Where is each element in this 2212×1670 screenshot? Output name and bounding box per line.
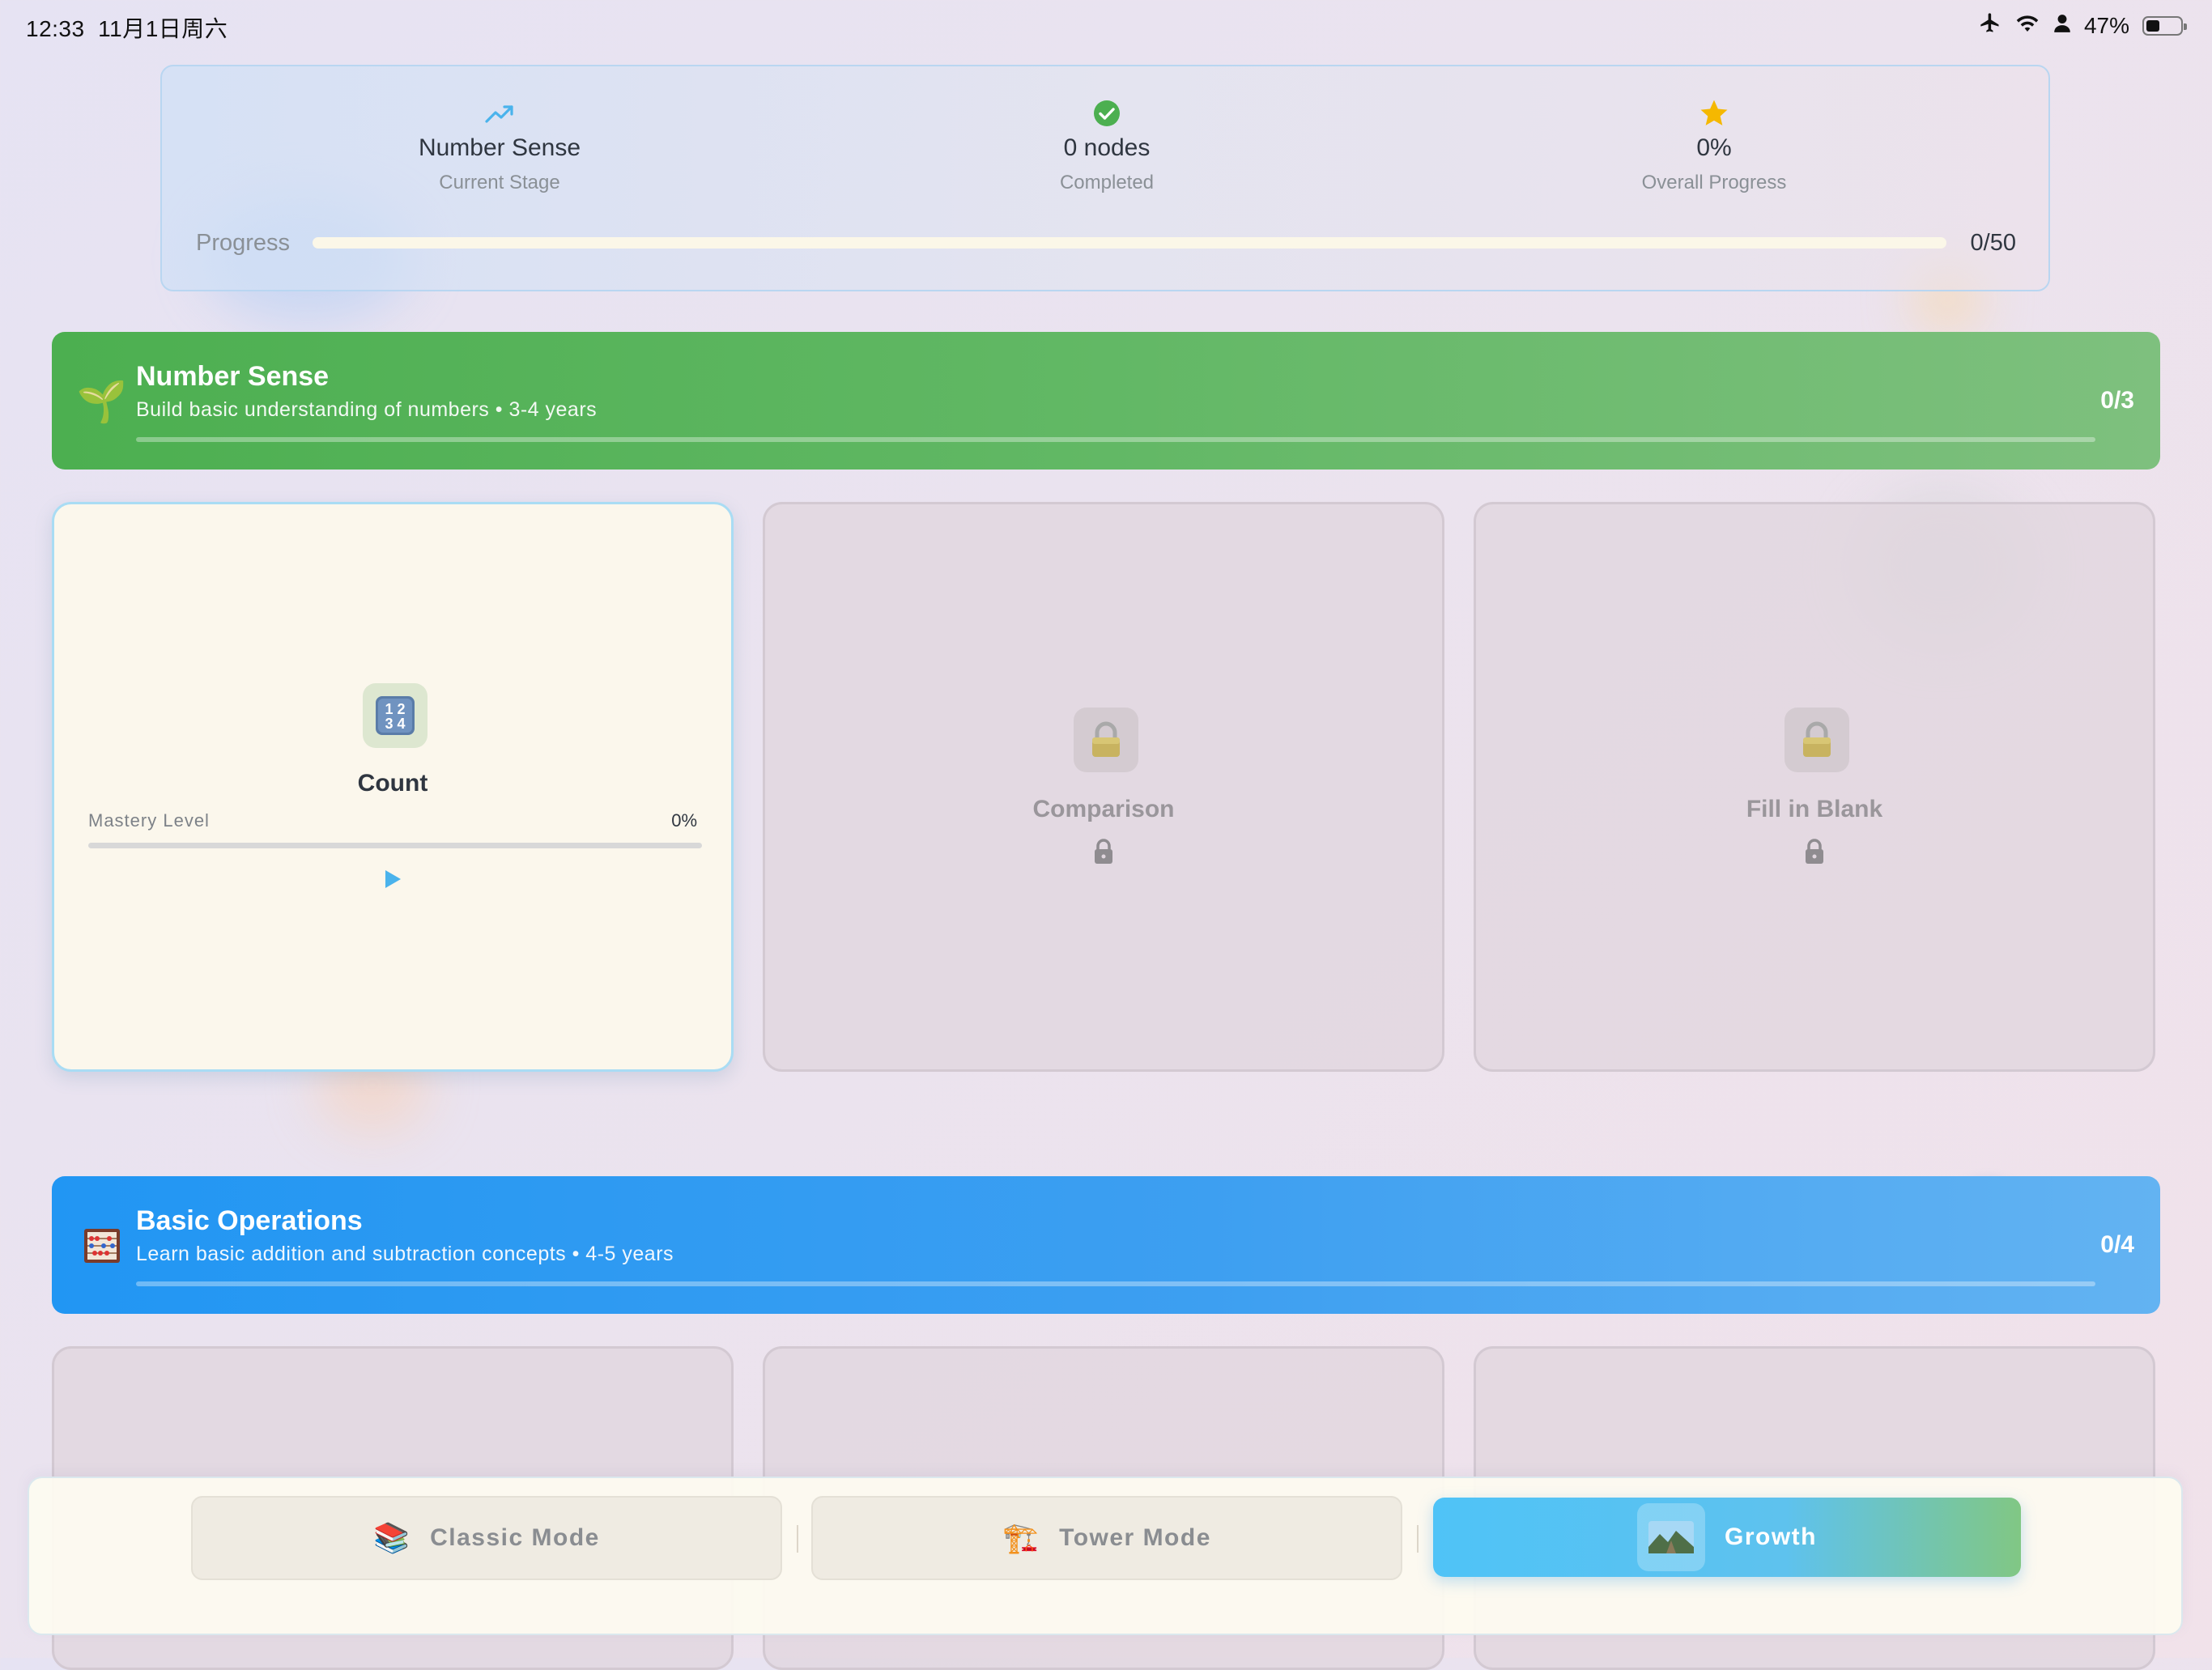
progress-count: 0/50 (1970, 230, 2016, 256)
tower-mode-button[interactable]: 🏗️ Tower Mode (811, 1496, 1402, 1580)
lock-icon (1803, 838, 1826, 869)
completed-value: 0 nodes (1063, 134, 1151, 161)
progress-summary-card: Number Sense Current Stage 0 nodes Compl… (160, 65, 2050, 291)
battery-icon (2142, 15, 2187, 36)
check-circle-icon (904, 97, 1309, 130)
stage-title: Basic Operations (136, 1205, 363, 1236)
padlock-icon (1074, 708, 1138, 772)
overall-progress-label: Overall Progress (1641, 172, 1787, 193)
mode-selector-bar: 📚 Classic Mode 🏗️ Tower Mode Growth (28, 1477, 2183, 1635)
node-title-comparison: Comparison (1032, 796, 1175, 822)
lock-icon (1092, 838, 1115, 869)
airplane-icon (1979, 11, 2001, 40)
stage-progress-bar (136, 437, 2095, 442)
landscape-icon (1648, 1521, 1694, 1553)
node-title-count: Count (357, 770, 428, 797)
mastery-progress-bar (88, 843, 702, 848)
mastery-value: 0% (671, 810, 697, 831)
node-title-fill-in-blank: Fill in Blank (1746, 796, 1883, 822)
classic-mode-button[interactable]: 📚 Classic Mode (191, 1496, 782, 1580)
stage-subtitle: Learn basic addition and subtraction con… (136, 1243, 674, 1265)
svg-text:3 4: 3 4 (385, 716, 405, 732)
progress-label: Progress (196, 230, 291, 256)
overall-progress-stat: 0% Overall Progress (1512, 97, 1916, 194)
mastery-label: Mastery Level (88, 810, 210, 831)
growth-mode-button[interactable]: Growth (1433, 1498, 2021, 1577)
star-icon (1512, 97, 1916, 130)
divider (797, 1525, 798, 1553)
current-stage-stat: Number Sense Current Stage (297, 97, 702, 194)
play-icon[interactable] (383, 869, 402, 894)
node-card-fill-in-blank: Fill in Blank (1474, 502, 2155, 1072)
status-date: 11月1日周六 (98, 16, 228, 41)
trend-up-icon (297, 97, 702, 130)
stage-progress-bar (136, 1281, 2095, 1286)
numbers-icon: 1 2 3 4 (363, 683, 428, 748)
overall-progress-bar (313, 237, 1946, 249)
growth-mode-label: Growth (1725, 1523, 1817, 1550)
stage-banner-basic-operations[interactable]: Basic Operations Learn basic addition an… (52, 1176, 2160, 1314)
completed-stat: 0 nodes Completed (904, 97, 1309, 194)
stage-title: Number Sense (136, 361, 330, 392)
classic-mode-label: Classic Mode (430, 1524, 600, 1551)
books-icon: 📚 (372, 1521, 411, 1554)
node-card-comparison: Comparison (763, 502, 1444, 1072)
numbers-icon: 1 2 3 4 (376, 696, 415, 735)
current-stage-label: Current Stage (439, 172, 560, 193)
stage-count: 0/4 (2100, 1231, 2134, 1258)
battery-percentage: 47% (2083, 12, 2129, 38)
person-icon (2053, 13, 2071, 39)
node-card-count[interactable]: 1 2 3 4 Count Mastery Level 0% (52, 502, 734, 1072)
abacus-icon (78, 1222, 126, 1270)
tower-mode-label: Tower Mode (1059, 1524, 1211, 1551)
seedling-icon: 🌱 (76, 378, 128, 424)
padlock-icon (1784, 708, 1849, 772)
landscape-icon (1637, 1503, 1705, 1571)
svg-text:1 2: 1 2 (385, 701, 405, 717)
completed-label: Completed (1059, 172, 1155, 193)
crane-icon: 🏗️ (1002, 1521, 1040, 1554)
overall-progress-value: 0% (1696, 134, 1732, 161)
abacus-icon (84, 1229, 120, 1263)
wifi-icon (2014, 12, 2040, 39)
stage-count: 0/3 (2100, 387, 2134, 414)
status-time: 12:33 11月1日周六 (26, 16, 228, 41)
stage-banner-number-sense[interactable]: 🌱 Number Sense Build basic understanding… (52, 332, 2160, 470)
stage-subtitle: Build basic understanding of numbers • 3… (136, 398, 598, 421)
status-bar: 12:33 11月1日周六 47% (0, 0, 2212, 50)
divider (1417, 1525, 1419, 1553)
current-stage-value: Number Sense (418, 134, 581, 161)
